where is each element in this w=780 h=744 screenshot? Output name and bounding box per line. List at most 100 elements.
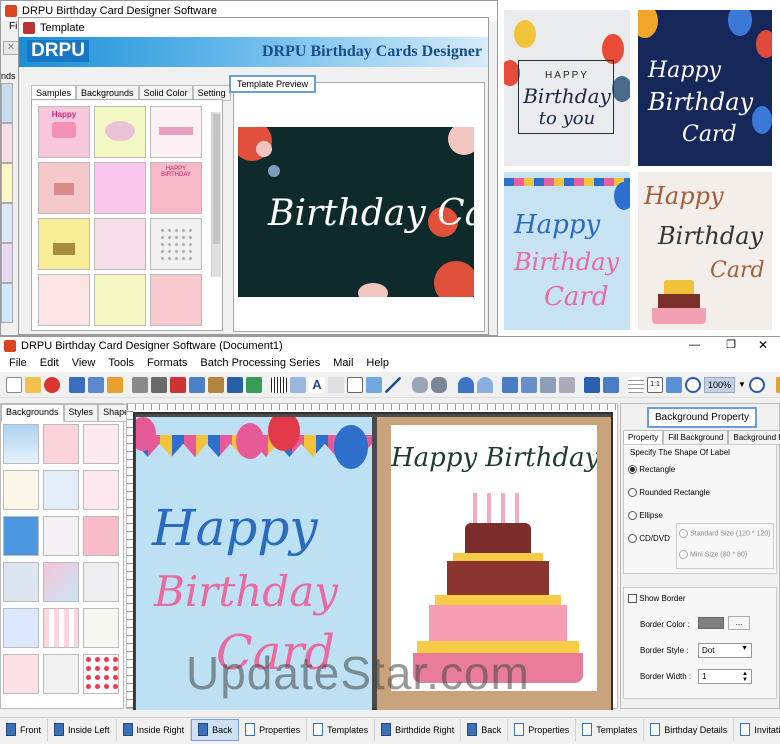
bg-thumb-14[interactable] <box>43 608 79 648</box>
menu-formats[interactable]: Formats <box>147 357 187 369</box>
bg-thumb-12[interactable] <box>83 562 119 602</box>
sample-thumb-6[interactable]: HAPPY BIRTHDAY <box>150 162 202 214</box>
zoom-out-icon[interactable] <box>748 376 765 393</box>
paste2-icon[interactable] <box>540 376 556 393</box>
bottom-tab-birthdide-right[interactable]: Birthdide Right <box>375 718 462 741</box>
spinner-icon[interactable]: ▲ ▼ <box>742 671 748 683</box>
save-as-icon[interactable] <box>88 376 104 393</box>
close-button[interactable]: ✕ <box>3 41 19 55</box>
text-icon[interactable]: A <box>309 376 325 393</box>
bg-thumb-2[interactable] <box>43 424 79 464</box>
zoom-dropdown-icon[interactable]: ▼ <box>738 380 746 389</box>
border-color-swatch[interactable] <box>698 617 724 629</box>
sample-thumb-3[interactable] <box>150 106 202 158</box>
border-color-picker-button[interactable]: ... <box>728 616 750 630</box>
bottom-tab-back-2[interactable]: Back <box>461 718 509 741</box>
bg-thumb-4[interactable] <box>3 470 39 510</box>
tab-fill-background[interactable]: Fill Background <box>663 430 729 445</box>
open-icon[interactable] <box>25 376 41 393</box>
bg-thumb-6[interactable] <box>83 470 119 510</box>
tab-background-effects[interactable]: Background Effects <box>728 430 780 445</box>
line-icon[interactable] <box>385 376 401 393</box>
border-width-stepper[interactable]: 1 ▲ ▼ <box>698 669 752 684</box>
radio-ellipse[interactable] <box>628 511 637 521</box>
word-art-icon[interactable] <box>328 376 344 393</box>
radio-cd-dvd[interactable] <box>628 534 637 544</box>
fit-window-icon[interactable] <box>666 376 682 393</box>
bottom-tab-inside-left[interactable]: Inside Left <box>48 718 117 741</box>
bottom-tab-birthday-details[interactable]: Birthday Details <box>644 718 735 741</box>
bg-thumb-18[interactable] <box>83 654 119 694</box>
size-option-mini[interactable]: Mini Size (80 * 80) <box>679 550 747 559</box>
bg-thumb-16[interactable] <box>3 654 39 694</box>
bg-thumb-15[interactable] <box>83 608 119 648</box>
table-icon[interactable] <box>290 376 306 393</box>
menu-help[interactable]: Help <box>366 357 389 369</box>
print-preview-icon[interactable] <box>132 376 148 393</box>
shape-option-rectangle[interactable]: Rectangle <box>628 465 675 475</box>
copy2-icon[interactable] <box>521 376 537 393</box>
sample-thumb-5[interactable] <box>94 162 146 214</box>
bg-thumb-9[interactable] <box>83 516 119 556</box>
delete2-icon[interactable] <box>559 376 575 393</box>
export-icon[interactable] <box>107 376 123 393</box>
menu-mail[interactable]: Mail <box>333 357 353 369</box>
sample-thumb-2[interactable] <box>94 106 146 158</box>
shape-option-rounded-rectangle[interactable]: Rounded Rectangle <box>628 488 710 498</box>
menu-view[interactable]: View <box>72 357 96 369</box>
database-settings-icon[interactable] <box>431 376 447 393</box>
shape-icon[interactable] <box>246 376 262 393</box>
border-style-select[interactable]: Dot ▼ <box>698 643 752 658</box>
bg-thumb-7[interactable] <box>3 516 39 556</box>
radio-standard-size[interactable] <box>679 529 688 538</box>
bottom-tab-invitation-details[interactable]: Invitation Details <box>734 719 780 741</box>
sample-thumb-4[interactable] <box>38 162 90 214</box>
bottom-tab-properties[interactable]: Properties <box>239 718 308 741</box>
sample-thumb-12[interactable] <box>150 274 202 326</box>
window-close-button[interactable]: ✕ <box>758 338 768 352</box>
zoom-field[interactable]: 100% <box>704 376 736 393</box>
radio-mini-size[interactable] <box>679 550 688 559</box>
bg-thumb-5[interactable] <box>43 470 79 510</box>
bottom-tab-back[interactable]: Back <box>191 718 240 741</box>
send-back-icon[interactable] <box>603 376 619 393</box>
bottom-tab-inside-right[interactable]: Inside Right <box>117 718 192 741</box>
samples-scrollbar[interactable] <box>211 112 221 277</box>
actual-size-icon[interactable]: 1:1 <box>647 376 663 393</box>
sample-thumb-8[interactable] <box>94 218 146 270</box>
bg-thumb-1[interactable] <box>3 424 39 464</box>
new-icon[interactable] <box>6 376 22 393</box>
pen-icon[interactable] <box>227 376 243 393</box>
lock-icon[interactable] <box>775 376 780 393</box>
bottom-tab-templates[interactable]: Templates <box>307 718 376 741</box>
menu-edit[interactable]: Edit <box>40 357 59 369</box>
left-card-line2[interactable]: Birthday <box>154 567 338 616</box>
image-icon[interactable] <box>366 376 382 393</box>
bg-thumb-3[interactable] <box>83 424 119 464</box>
save-icon[interactable] <box>69 376 85 393</box>
sample-thumb-11[interactable] <box>94 274 146 326</box>
tab-backgrounds[interactable]: Backgrounds <box>1 404 64 422</box>
tab-property[interactable]: Property <box>623 430 664 445</box>
bottom-tab-front[interactable]: Front <box>0 718 49 741</box>
redo-icon[interactable] <box>477 376 493 393</box>
cut2-icon[interactable] <box>502 376 518 393</box>
bg-thumb-8[interactable] <box>43 516 79 556</box>
bg-thumb-17[interactable] <box>43 654 79 694</box>
print-icon[interactable] <box>151 376 167 393</box>
bg-thumb-10[interactable] <box>3 562 39 602</box>
paste-icon[interactable] <box>208 376 224 393</box>
show-border-option[interactable]: Show Border <box>628 594 685 604</box>
sample-thumb-10[interactable] <box>38 274 90 326</box>
zoom-in-icon[interactable] <box>685 376 701 393</box>
menu-file[interactable]: File <box>9 357 27 369</box>
show-border-checkbox[interactable] <box>628 594 637 604</box>
window-minimize-button[interactable]: — <box>689 339 700 351</box>
signature-icon[interactable] <box>347 376 363 393</box>
barcode-icon[interactable] <box>271 376 287 393</box>
tab-styles[interactable]: Styles <box>63 404 99 422</box>
copy-icon[interactable] <box>189 376 205 393</box>
bg-thumb-13[interactable] <box>3 608 39 648</box>
shape-option-cd-dvd[interactable]: CD/DVD <box>628 534 670 544</box>
database-icon[interactable] <box>412 376 428 393</box>
